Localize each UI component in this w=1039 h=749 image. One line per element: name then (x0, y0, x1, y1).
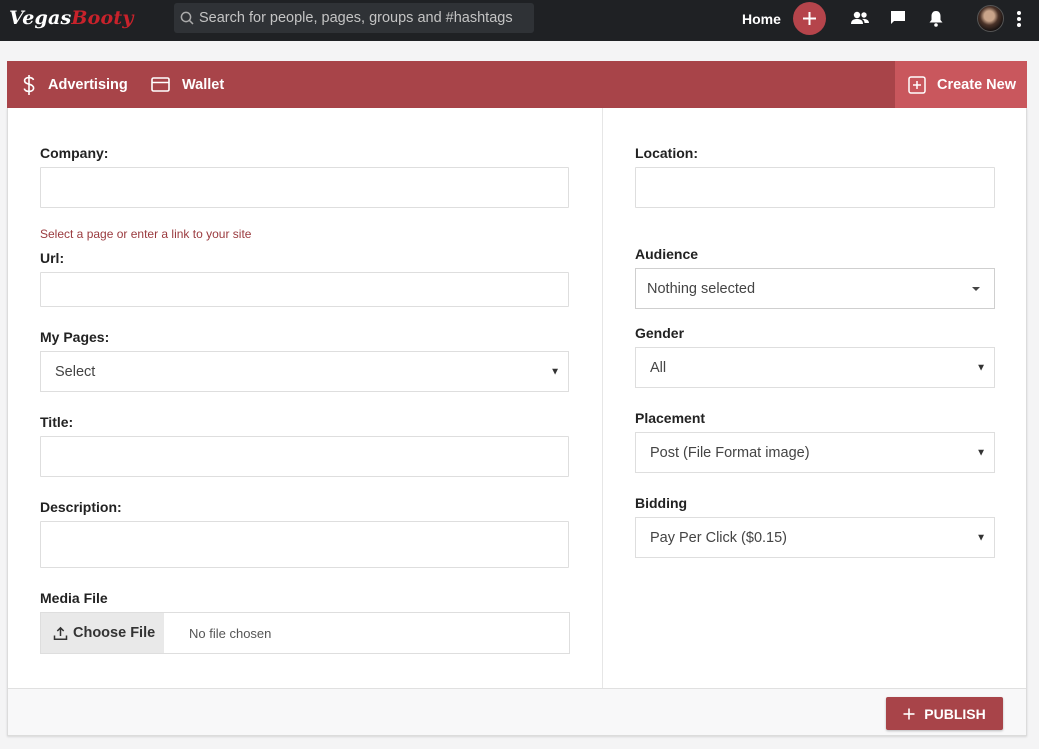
logo-text-booty: Booty (71, 7, 134, 29)
gender-select[interactable]: All ▼ (635, 347, 995, 388)
friends-icon[interactable] (850, 9, 870, 27)
caret-down-icon (972, 286, 980, 291)
tab-advertising[interactable]: Advertising (22, 61, 128, 108)
credit-card-icon (151, 77, 170, 92)
more-vertical-icon[interactable] (1013, 9, 1025, 29)
placement-select[interactable]: Post (File Format image) ▼ (635, 432, 995, 473)
media-file-label: Media File (40, 590, 108, 606)
publish-label: PUBLISH (924, 705, 986, 722)
url-input[interactable] (40, 272, 569, 307)
audience-selected-value: Nothing selected (647, 280, 756, 297)
description-label: Description: (40, 499, 122, 515)
company-input[interactable] (40, 167, 569, 208)
choose-file-label: Choose File (73, 625, 156, 641)
chevron-down-icon: ▼ (976, 532, 986, 543)
title-label: Title: (40, 414, 74, 430)
location-label: Location: (635, 145, 698, 161)
column-divider (602, 108, 603, 688)
gender-selected-value: All (650, 359, 667, 376)
my-pages-selected-value: Select (55, 363, 96, 380)
user-avatar[interactable] (977, 5, 1004, 32)
top-navbar: VegasBooty Home (0, 0, 1039, 41)
location-input[interactable] (635, 167, 995, 208)
create-new-label: Create New (937, 76, 1016, 93)
create-plus-button[interactable] (793, 2, 826, 35)
plus-icon (803, 12, 816, 25)
dollar-icon (23, 74, 35, 95)
company-label: Company: (40, 145, 109, 161)
url-hint-text: Select a page or enter a link to your si… (40, 227, 252, 241)
ad-form-card: Company: Select a page or enter a link t… (7, 108, 1027, 736)
media-file-input: Choose File No file chosen (40, 612, 570, 654)
search-input[interactable] (199, 3, 529, 33)
placement-selected-value: Post (File Format image) (650, 444, 810, 461)
bidding-selected-value: Pay Per Click ($0.15) (650, 529, 787, 546)
bidding-label: Bidding (635, 495, 688, 511)
placement-label: Placement (635, 410, 706, 426)
messages-icon[interactable] (889, 9, 907, 27)
chevron-down-icon: ▼ (976, 362, 986, 373)
create-new-button[interactable]: Create New (895, 61, 1027, 108)
bidding-select[interactable]: Pay Per Click ($0.15) ▼ (635, 517, 995, 558)
publish-button[interactable]: PUBLISH (886, 697, 1003, 730)
audience-select[interactable]: Nothing selected (635, 268, 995, 309)
advertising-header: Advertising Wallet Create New (7, 61, 1027, 108)
tab-wallet[interactable]: Wallet (151, 61, 224, 108)
title-input[interactable] (40, 436, 569, 477)
tab-wallet-label: Wallet (182, 76, 225, 93)
url-label: Url: (40, 250, 65, 266)
plus-icon (903, 708, 915, 719)
notifications-icon[interactable] (927, 9, 945, 28)
choose-file-button[interactable]: Choose File (41, 613, 164, 653)
my-pages-select[interactable]: Select ▼ (40, 351, 569, 392)
description-textarea[interactable] (40, 521, 569, 568)
search-bar (174, 3, 534, 33)
search-icon (180, 11, 194, 25)
no-file-chosen-text: No file chosen (189, 626, 272, 641)
add-square-icon (908, 75, 926, 94)
upload-icon (53, 626, 68, 640)
my-pages-label: My Pages: (40, 329, 110, 345)
chevron-down-icon: ▼ (550, 366, 560, 377)
home-link[interactable]: Home (742, 11, 781, 27)
logo-text-vegas: Vegas (9, 7, 72, 29)
gender-label: Gender (635, 325, 685, 341)
audience-label: Audience (635, 246, 699, 262)
form-footer: PUBLISH (8, 688, 1026, 735)
site-logo[interactable]: VegasBooty (9, 7, 134, 29)
chevron-down-icon: ▼ (976, 447, 986, 458)
tab-advertising-label: Advertising (48, 76, 128, 93)
